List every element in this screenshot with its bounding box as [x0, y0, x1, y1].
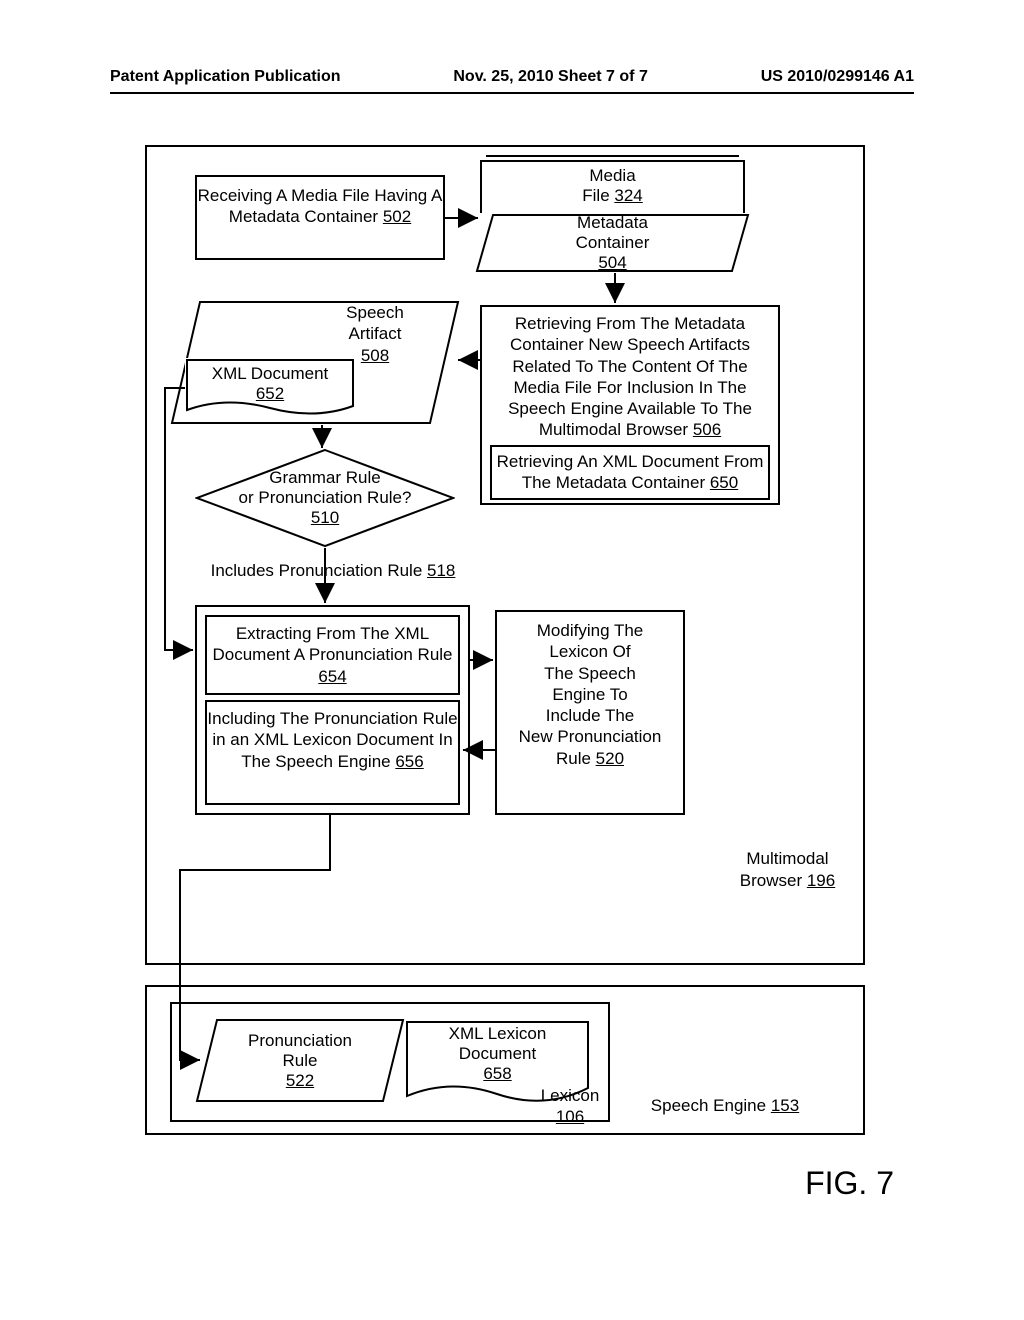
metadata-container-shape: MetadataContainer 504 [475, 213, 750, 273]
xml-document-shape: XML Document652 [185, 358, 355, 420]
extracting-pronunciation-box: Extracting From The XML Document A Pronu… [205, 615, 460, 695]
modifying-lexicon-box: Modifying TheLexicon OfThe SpeechEngine … [495, 610, 685, 815]
lexicon-label: Lexicon106 [525, 1085, 615, 1128]
multimodal-browser-label: MultimodalBrowser 196 [710, 848, 865, 892]
header-center: Nov. 25, 2010 Sheet 7 of 7 [453, 68, 647, 86]
media-file-box: MediaFile 324 [480, 160, 745, 215]
retrieving-xml-box: Retrieving An XML Document From The Meta… [490, 445, 770, 500]
figure-number: FIG. 7 [805, 1165, 894, 1202]
receiving-media-file-box: Receiving A Media File Having A Metadata… [195, 175, 445, 260]
page-header: Patent Application Publication Nov. 25, … [110, 68, 914, 86]
header-right: US 2010/0299146 A1 [761, 68, 914, 86]
grammar-or-pronunciation-decision: Grammar Ruleor Pronunciation Rule?510 [195, 448, 455, 548]
pronunciation-rule-shape: PronunciationRule522 [195, 1018, 405, 1103]
speech-engine-label: Speech Engine 153 [625, 1095, 825, 1116]
includes-pronunciation-label: Includes Pronunciation Rule 518 [198, 560, 468, 581]
speech-artifact-text: SpeechArtifact508 [300, 302, 450, 366]
header-rule [110, 92, 914, 94]
xml-lexicon-document-shape: XML LexiconDocument 658 [405, 1020, 590, 1095]
header-left: Patent Application Publication [110, 68, 341, 86]
including-pronunciation-box: Including The Pronunciation Rule in an X… [205, 700, 460, 805]
